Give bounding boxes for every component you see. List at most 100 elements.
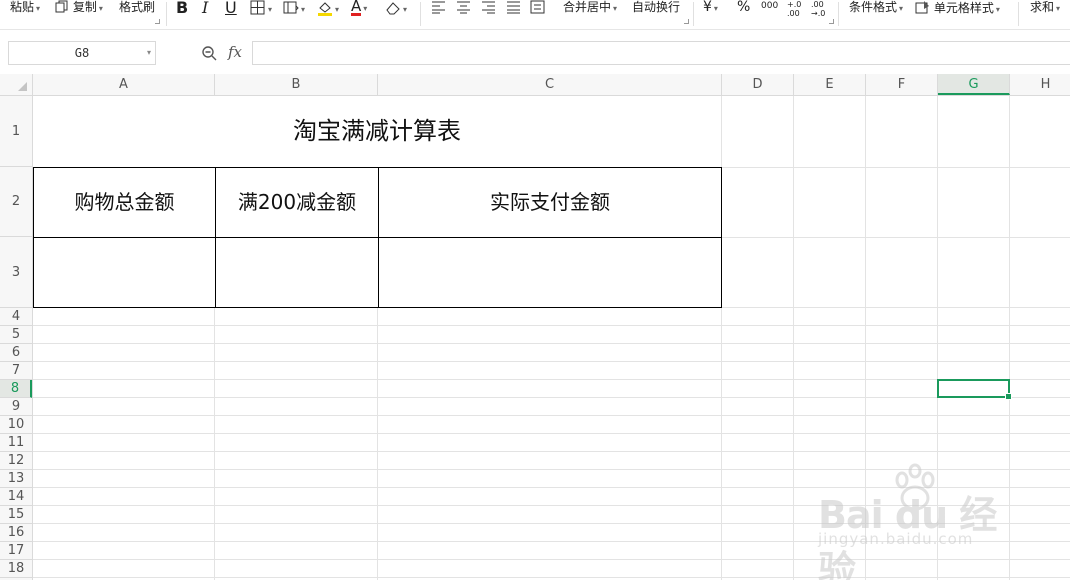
- row-header-2[interactable]: 2: [0, 167, 32, 237]
- copy-button[interactable]: 复制 ▾: [55, 0, 103, 20]
- bordered-table: 购物总金额 满200减金额 实际支付金额: [33, 167, 722, 308]
- clear-button[interactable]: ▾: [385, 0, 407, 20]
- name-box[interactable]: G8 ▾: [8, 41, 156, 65]
- row-header-column: 1 2 3 4 5 6 7 8 9 10 11 12 13 14 15 16 1…: [0, 96, 33, 580]
- fill-color-button[interactable]: ▾: [317, 0, 339, 20]
- chevron-down-icon: ▾: [363, 4, 368, 13]
- row-header-3[interactable]: 3: [0, 237, 32, 308]
- align-center-button[interactable]: [456, 0, 471, 20]
- separator: [838, 2, 839, 26]
- select-all-button[interactable]: [0, 74, 33, 95]
- conditional-format-button[interactable]: 条件格式 ▾: [849, 0, 903, 20]
- name-box-value: G8: [74, 46, 90, 60]
- row-header-4[interactable]: 4: [0, 308, 32, 326]
- format-painter-label: 格式刷: [119, 0, 156, 14]
- dialog-launcher-icon[interactable]: [155, 19, 160, 24]
- separator: [420, 2, 421, 26]
- zoom-icon[interactable]: [201, 45, 217, 61]
- dialog-launcher-icon[interactable]: [684, 19, 689, 24]
- data-cell-a3[interactable]: [34, 238, 215, 307]
- border-button[interactable]: ▾: [250, 0, 272, 20]
- eraser-icon: [386, 2, 400, 15]
- distribute-button[interactable]: [530, 0, 545, 20]
- row-header-11[interactable]: 11: [0, 434, 32, 452]
- column-header-c[interactable]: C: [378, 74, 722, 95]
- row-header-9[interactable]: 9: [0, 398, 32, 416]
- data-cell-b3[interactable]: [216, 238, 378, 307]
- align-right-icon: [482, 1, 495, 14]
- watermark-url: jingyan.baidu.com: [818, 530, 974, 548]
- row-header-13[interactable]: 13: [0, 470, 32, 488]
- row-header-10[interactable]: 10: [0, 416, 32, 434]
- distribute-icon: [530, 0, 545, 14]
- format-painter-button[interactable]: 格式刷: [119, 0, 155, 20]
- column-header-d[interactable]: D: [722, 74, 794, 95]
- column-header-h[interactable]: H: [1010, 74, 1070, 95]
- justify-button[interactable]: [506, 0, 521, 20]
- chevron-down-icon[interactable]: ▾: [147, 42, 151, 64]
- baidu-watermark: Bai du 经验 jingyan.baidu.com: [818, 462, 1018, 580]
- chevron-down-icon: ▾: [335, 5, 340, 14]
- column-header-g[interactable]: G: [938, 74, 1010, 95]
- row-header-14[interactable]: 14: [0, 488, 32, 506]
- grid-line: [793, 96, 794, 580]
- row-header-5[interactable]: 5: [0, 326, 32, 344]
- font-color-button[interactable]: A ▾: [351, 0, 367, 20]
- row-header-16[interactable]: 16: [0, 524, 32, 542]
- sheet-title-cell[interactable]: 淘宝满减计算表: [33, 96, 721, 167]
- copy-label: 复制: [72, 0, 97, 14]
- underline-button[interactable]: U: [225, 0, 237, 20]
- row-header-15[interactable]: 15: [0, 506, 32, 524]
- header-cell-actual-pay[interactable]: 实际支付金额: [379, 168, 721, 237]
- thousands-button[interactable]: 000: [761, 0, 778, 20]
- grid-line: [33, 379, 1070, 380]
- row-header-1[interactable]: 1: [0, 96, 32, 167]
- formula-bar: G8 ▾ fx: [0, 30, 1070, 74]
- separator: [166, 2, 167, 26]
- column-header-b[interactable]: B: [215, 74, 378, 95]
- cell-style-label: 单元格样式: [933, 1, 994, 15]
- grid-line: [33, 433, 1070, 434]
- font-color-icon: A: [351, 0, 362, 16]
- header-cell-discount[interactable]: 满200减金额: [216, 168, 378, 237]
- dialog-launcher-icon[interactable]: [829, 19, 834, 24]
- currency-button[interactable]: ¥ ▾: [703, 0, 718, 20]
- decrease-decimal-button[interactable]: .00 →.0: [811, 0, 831, 20]
- active-cell-selection[interactable]: [937, 379, 1012, 400]
- data-cell-c3[interactable]: [379, 238, 721, 307]
- row-header-18[interactable]: 18: [0, 560, 32, 578]
- cell-style-button[interactable]: 单元格样式 ▾: [915, 0, 1000, 20]
- paste-button[interactable]: 粘贴 ▾: [10, 0, 40, 20]
- formula-input[interactable]: [252, 41, 1070, 65]
- grid-line: [33, 361, 1070, 362]
- bold-button[interactable]: B: [176, 0, 188, 20]
- chevron-down-icon: ▾: [1056, 4, 1061, 13]
- percent-button[interactable]: %: [737, 0, 750, 20]
- chevron-down-icon: ▾: [301, 5, 306, 14]
- grid-line: [33, 415, 1070, 416]
- italic-button[interactable]: I: [202, 0, 208, 20]
- wrap-text-button[interactable]: 自动换行: [632, 0, 680, 20]
- sum-button[interactable]: 求和 ▾: [1030, 0, 1060, 20]
- column-header-a[interactable]: A: [33, 74, 215, 95]
- fill-style-button[interactable]: ▾: [283, 0, 305, 20]
- align-left-button[interactable]: [431, 0, 446, 20]
- chevron-down-icon: ▾: [36, 4, 41, 13]
- grid-line: [33, 451, 1070, 452]
- grid-line: [33, 325, 1070, 326]
- merge-center-button[interactable]: 合并居中 ▾: [563, 0, 617, 20]
- row-header-7[interactable]: 7: [0, 362, 32, 380]
- row-header-8[interactable]: 8: [0, 380, 32, 398]
- align-right-button[interactable]: [481, 0, 496, 20]
- column-header-e[interactable]: E: [794, 74, 866, 95]
- border-icon: [250, 0, 265, 15]
- thousands-label: 000: [761, 1, 779, 11]
- row-header-6[interactable]: 6: [0, 344, 32, 362]
- column-header-f[interactable]: F: [866, 74, 938, 95]
- paste-label: 粘贴: [10, 0, 35, 14]
- fx-icon[interactable]: fx: [228, 43, 242, 61]
- row-header-12[interactable]: 12: [0, 452, 32, 470]
- row-header-17[interactable]: 17: [0, 542, 32, 560]
- header-cell-total-amount[interactable]: 购物总金额: [34, 168, 215, 237]
- increase-decimal-button[interactable]: +.0 .00: [787, 0, 807, 20]
